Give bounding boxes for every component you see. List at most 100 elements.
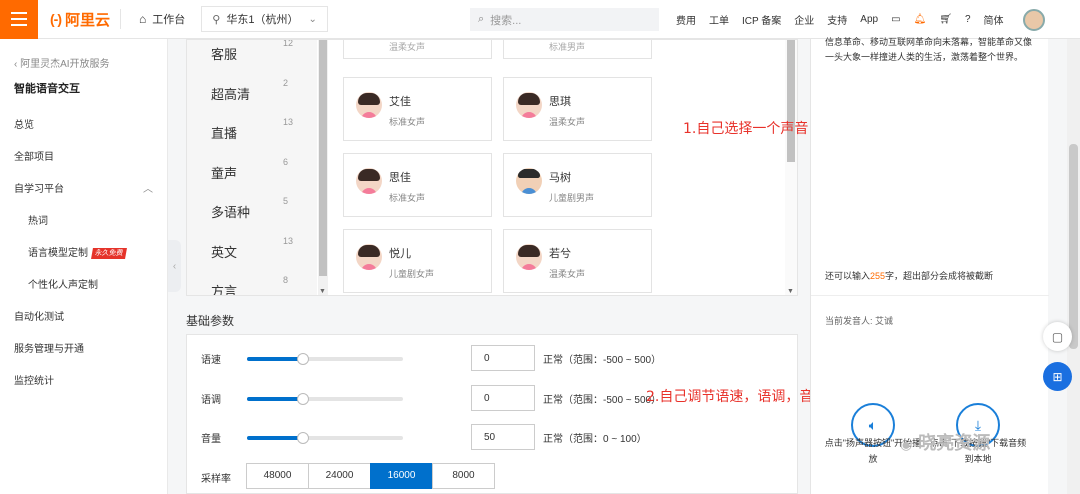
sidebar-item-label: 语言模型定制 [28,248,88,259]
category-scrollbar[interactable]: ▼ [318,40,328,295]
sample-rate-group: 48000 24000 16000 8000 [246,463,495,489]
chevron-down-icon: ⌄ [308,13,317,25]
cart-icon[interactable]: 🛒︎ [939,14,952,25]
sample-rate-option[interactable]: 48000 [246,463,309,489]
slider-handle[interactable] [297,393,310,405]
sample-rate-option[interactable]: 24000 [308,463,371,489]
sidebar-item-monitoring[interactable]: 监控统计 [0,366,167,398]
category-count: 2 [283,78,289,88]
nav-app[interactable]: App [860,14,878,25]
speed-input[interactable]: 0 [471,345,535,371]
slider-handle[interactable] [297,353,310,365]
nav-icp[interactable]: ICP 备案 [742,12,781,27]
voice-desc: 标准男声 [549,42,586,52]
voice-desc: 温柔女声 [549,269,586,279]
category-name: 英文 [211,245,238,260]
sidebar-collapse-button[interactable]: ‹ [168,240,181,292]
search-input[interactable]: ⌕ 搜索... [470,8,659,31]
voice-card-partial[interactable]: 标准男声 [503,40,652,59]
voice-card[interactable]: 悦儿 儿童剧女声 [343,229,492,293]
sidebar-item-auto-test[interactable]: 自动化测试 [0,302,167,334]
page-scrollbar[interactable] [1067,39,1080,494]
annotation-step-1: 1.自己选择一个声音 [683,121,809,137]
category-name: 客服 [211,47,238,62]
category-item[interactable]: 童声 6 [211,157,288,182]
sidebar-item-label: 服务管理与开通 [14,344,84,355]
voice-desc: 温柔女声 [549,117,586,127]
sidebar-item-hotwords[interactable]: 热词 [0,206,167,238]
scrollbar-thumb[interactable] [319,40,327,276]
category-item[interactable]: 超高清 2 [211,78,288,103]
category-count: 13 [283,117,294,127]
voice-card-partial[interactable]: 温柔女声 [343,40,492,59]
category-item[interactable]: 方言 8 [211,275,288,296]
voice-card[interactable]: 艾佳 标准女声 [343,77,492,141]
chat-float-button[interactable]: ▢ [1043,322,1072,351]
slider-fill [247,397,304,401]
category-item[interactable]: 客服 12 [211,40,293,63]
scroll-down-arrow-icon[interactable]: ▼ [787,288,794,295]
param-row-speed: 语速 0 正常（范围：-500 ~ 500） [187,343,799,373]
sidebar-item-all-projects[interactable]: 全部项目 [0,142,167,174]
region-selector[interactable]: ⚲ 华东1（杭州） ⌄ [201,6,328,32]
logo-mark-icon: (-) [50,11,62,27]
nav-enterprise[interactable]: 企业 [794,12,814,27]
voice-list-scrollbar[interactable]: ▼ [785,40,797,295]
aliyun-logo[interactable]: (-) 阿里云 [50,9,110,30]
synthesis-text-area[interactable]: 信息革命、移动互联网革命向未落幕，智能革命又像一头大象一样撞进人类的生活，激荡着… [825,35,1035,65]
speed-slider[interactable] [247,353,403,365]
nav-support[interactable]: 支持 [827,12,847,27]
help-icon[interactable]: ? [965,14,971,25]
sample-rate-label: 采样率 [201,474,231,485]
divider [811,295,1049,296]
slider-handle[interactable] [297,432,310,444]
nav-tickets[interactable]: 工单 [709,12,729,27]
back-link[interactable]: ‹ 阿里灵杰AI开放服务 [0,39,167,70]
hamburger-menu-button[interactable] [0,0,38,39]
scrollbar-thumb[interactable] [1069,144,1078,349]
watermark-text: 晓亮资源 [918,433,991,453]
user-avatar[interactable] [1022,8,1045,31]
category-count: 13 [283,236,294,246]
sidebar-item-self-learning[interactable]: 自学习平台 ︿ [0,174,167,206]
sample-rate-option[interactable]: 8000 [432,463,495,489]
pitch-slider[interactable] [247,393,403,405]
category-item[interactable]: 英文 13 [211,236,293,261]
category-count: 12 [283,39,294,48]
category-item[interactable]: 直播 13 [211,117,293,142]
sample-rate-option[interactable]: 16000 [370,463,433,489]
nav-billing[interactable]: 费用 [676,12,696,27]
slider-fill [247,436,304,440]
scrollbar-thumb[interactable] [787,40,795,162]
sidebar-item-overview[interactable]: 总览 [0,110,167,142]
free-badge: 永久免费 [91,247,127,259]
voice-name: 思佳 [389,172,411,184]
language-switch[interactable]: 简体 [984,12,1004,27]
sidebar-item-voice-custom[interactable]: 个性化人声定制 [0,270,167,302]
female-avatar-icon [356,92,382,118]
sidebar: ‹ 阿里灵杰AI开放服务 智能语音交互 总览 全部项目 自学习平台 ︿ 热词 语言… [0,39,168,494]
voice-card[interactable]: 若兮 温柔女声 [503,229,652,293]
voice-desc: 儿童剧女声 [389,269,435,279]
category-name: 方言 [211,284,238,296]
sidebar-item-lm-custom[interactable]: 语言模型定制 永久免费 [0,238,167,270]
divider [120,9,122,29]
back-link-label: 阿里灵杰AI开放服务 [20,59,110,70]
sidebar-item-service-mgmt[interactable]: 服务管理与开通 [0,334,167,366]
count-suffix: 字，超出部分会成将被截断 [885,271,994,281]
grid-float-button[interactable]: ⊞ [1043,362,1072,391]
volume-input[interactable]: 50 [471,424,535,450]
pitch-input[interactable]: 0 [471,385,535,411]
voice-card[interactable]: 马树 儿童剧男声 [503,153,652,217]
sidebar-item-label: 监控统计 [14,376,54,387]
voice-card[interactable]: 思佳 标准女声 [343,153,492,217]
category-item[interactable]: 多语种 5 [211,196,288,221]
voice-card[interactable]: 思琪 温柔女声 [503,77,652,141]
bell-icon[interactable]: 🔔︎ [914,14,927,25]
terminal-icon[interactable]: ▭ [891,14,900,25]
text-preview-panel: 信息革命、移动互联网革命向未落幕，智能革命又像一头大象一样撞进人类的生活，激荡着… [810,37,1049,494]
voice-selection-panel: 客服 12 超高清 2 直播 13 童声 6 多语种 5 英文 13 方言 8 ▼ 温柔女声 … [186,39,798,296]
scroll-down-arrow-icon[interactable]: ▼ [319,288,326,295]
volume-slider[interactable] [247,432,403,444]
workbench-link[interactable]: ⌂ 工作台 [131,11,193,27]
